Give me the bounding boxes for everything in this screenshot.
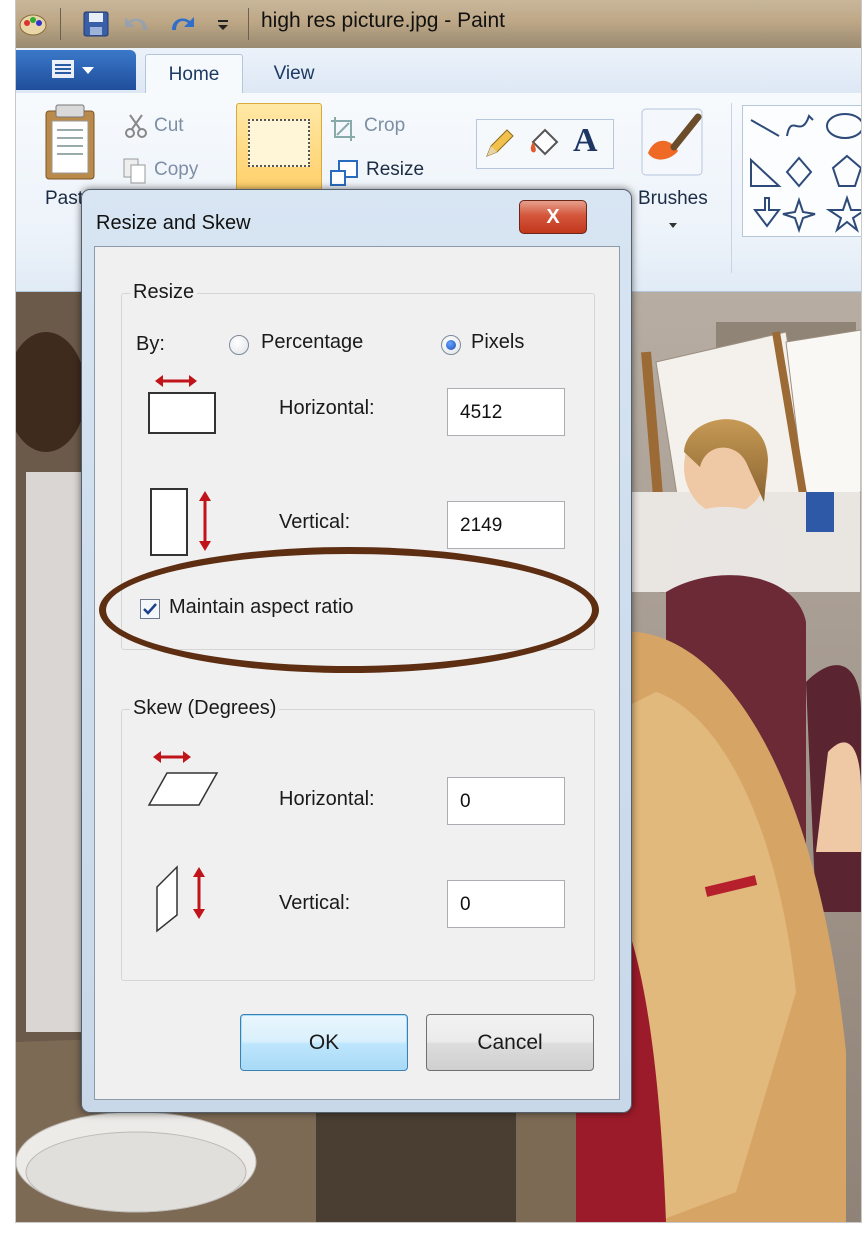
tab-home[interactable]: Home [145, 54, 243, 94]
resize-vertical-icon [149, 483, 221, 564]
close-button[interactable]: X [519, 200, 587, 234]
skew-horizontal-icon [145, 747, 221, 814]
resize-horizontal-icon [147, 371, 219, 440]
resize-group-label: Resize [130, 281, 198, 304]
ok-button[interactable]: OK [240, 1014, 408, 1071]
tools-group: A [476, 119, 614, 169]
percentage-radio[interactable] [229, 335, 249, 355]
skew-vertical-icon [153, 863, 223, 938]
separator [60, 8, 61, 40]
fill-bucket-icon[interactable] [527, 126, 561, 165]
pixels-label[interactable]: Pixels [471, 331, 524, 354]
skew-horizontal-input[interactable]: 0 [447, 777, 565, 825]
application-menu-button[interactable] [16, 50, 136, 90]
window-title: high res picture.jpg - Paint [261, 9, 505, 32]
skew-group-label: Skew (Degrees) [130, 697, 280, 720]
redo-icon[interactable] [166, 10, 198, 38]
ribbon-tabs: Home View [16, 48, 861, 94]
resize-horizontal-label: Horizontal: [279, 397, 375, 419]
text-tool-icon[interactable]: A [573, 122, 598, 160]
select-rectangle-icon [248, 119, 310, 167]
tab-view[interactable]: View [264, 54, 324, 93]
cut-button[interactable]: Cut [154, 115, 184, 137]
separator [731, 103, 732, 273]
annotation-oval [99, 547, 599, 673]
pixels-radio[interactable] [441, 335, 461, 355]
by-label: By: [136, 333, 165, 355]
close-icon: X [546, 206, 560, 228]
customize-dropdown-icon[interactable] [216, 10, 230, 38]
resize-horizontal-input[interactable]: 4512 [447, 388, 565, 436]
paste-label[interactable]: Past [45, 188, 83, 210]
resize-vertical-label: Vertical: [279, 511, 351, 533]
cancel-button[interactable]: Cancel [426, 1014, 594, 1071]
skew-vertical-input[interactable]: 0 [447, 880, 565, 928]
title-bar: high res picture.jpg - Paint [16, 0, 861, 48]
dialog-title: Resize and Skew [96, 212, 251, 234]
resize-button[interactable]: Resize [366, 159, 424, 181]
skew-vertical-label: Vertical: [279, 892, 351, 914]
save-icon[interactable] [82, 10, 110, 38]
paste-icon[interactable] [42, 103, 98, 188]
shapes-gallery[interactable] [742, 105, 861, 237]
crop-icon [329, 115, 357, 148]
brushes-icon[interactable] [640, 107, 704, 182]
crop-button[interactable]: Crop [364, 115, 405, 137]
pencil-icon[interactable] [483, 128, 515, 165]
copy-button[interactable]: Copy [154, 159, 198, 181]
separator [248, 8, 249, 40]
undo-icon[interactable] [121, 10, 153, 38]
skew-horizontal-label: Horizontal: [279, 788, 375, 810]
copy-icon [122, 157, 148, 190]
resize-vertical-input[interactable]: 2149 [447, 501, 565, 549]
brushes-dropdown-icon[interactable] [668, 217, 678, 235]
scissors-icon [124, 113, 148, 144]
percentage-label[interactable]: Percentage [261, 331, 363, 354]
paint-app-icon[interactable] [18, 10, 48, 38]
resize-icon [329, 159, 359, 192]
dialog-client-area: Resize By: Percentage Pixels Horizontal:… [94, 246, 620, 1100]
brushes-label[interactable]: Brushes [638, 188, 708, 210]
